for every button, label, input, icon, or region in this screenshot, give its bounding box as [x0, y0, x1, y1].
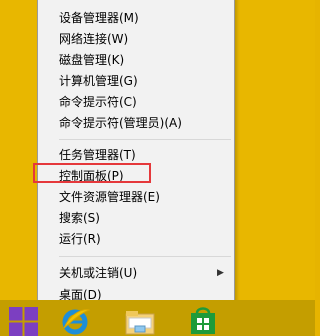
chevron-right-icon: ▶	[217, 268, 224, 278]
menu-item-network-connections[interactable]: 网络连接(W)	[38, 28, 234, 50]
taskbar	[0, 300, 315, 336]
winx-context-menu: 设备管理器(M) 网络连接(W) 磁盘管理(K) 计算机管理(G) 命令提示符(…	[37, 0, 235, 309]
menu-item-label: 网络连接(W)	[59, 32, 129, 46]
menu-item-command-prompt-admin[interactable]: 命令提示符(管理员)(A)	[38, 112, 234, 134]
menu-item-computer-management[interactable]: 计算机管理(G)	[38, 70, 234, 92]
menu-item-label: 运行(R)	[59, 232, 101, 246]
menu-item-label: 设备管理器(M)	[59, 11, 139, 25]
menu-item-label: 磁盘管理(K)	[59, 53, 125, 67]
menu-item-label: 计算机管理(G)	[59, 74, 138, 88]
menu-separator	[59, 139, 231, 140]
menu-item-file-explorer[interactable]: 文件资源管理器(E)	[38, 186, 234, 208]
menu-item-label: 命令提示符(C)	[59, 95, 137, 109]
internet-explorer-icon[interactable]	[61, 306, 91, 336]
menu-item-search[interactable]: 搜索(S)	[38, 207, 234, 229]
menu-item-command-prompt[interactable]: 命令提示符(C)	[38, 91, 234, 113]
highlight-box	[33, 163, 151, 183]
menu-item-disk-management[interactable]: 磁盘管理(K)	[38, 49, 234, 71]
menu-item-shutdown-signout[interactable]: 关机或注销(U) ▶	[38, 262, 234, 284]
menu-separator	[59, 256, 231, 257]
menu-item-run[interactable]: 运行(R)	[38, 228, 234, 250]
menu-item-label: 关机或注销(U)	[59, 266, 138, 280]
menu-item-label: 搜索(S)	[59, 211, 100, 225]
menu-item-label: 文件资源管理器(E)	[59, 190, 160, 204]
menu-item-label: 命令提示符(管理员)(A)	[59, 116, 182, 130]
windows-store-icon[interactable]	[187, 306, 219, 336]
menu-item-device-manager[interactable]: 设备管理器(M)	[38, 7, 234, 29]
windows-start-icon[interactable]	[9, 307, 38, 336]
file-explorer-icon[interactable]	[124, 306, 156, 336]
